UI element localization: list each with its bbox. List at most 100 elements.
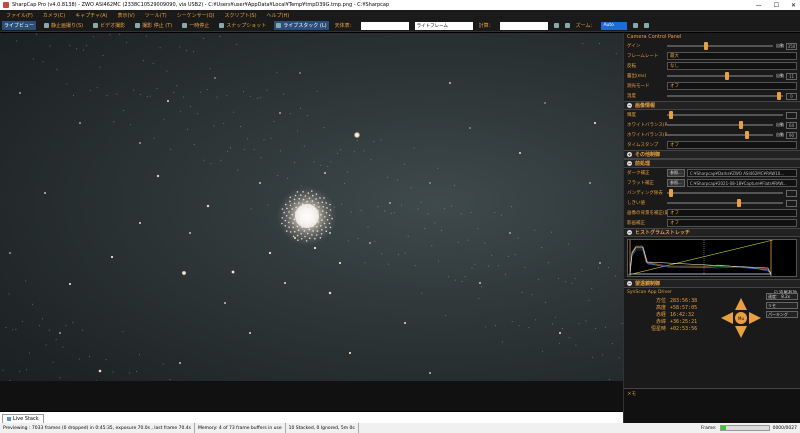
- file-path-field[interactable]: C:¥Sharpcap¥Darks¥ZWO ASI462MC¥RAW10...: [686, 169, 797, 177]
- telescope-side-controls: 速度： 8.2x リセ パーキング: [766, 293, 798, 318]
- value-field[interactable]: [786, 199, 797, 207]
- menu-capture[interactable]: キャプチャ(A): [75, 12, 107, 19]
- section-other-controls[interactable]: + その他制御: [624, 150, 800, 159]
- image_rows-row: ホワイトバランス(R) 自動 64: [624, 120, 800, 130]
- collapse-icon: −: [627, 161, 632, 166]
- live-stack-button[interactable]: ライブスタック (L): [274, 21, 329, 30]
- zoom-in-icon[interactable]: [633, 23, 639, 28]
- window-titlebar: SharpCap Pro (v4.0.8138) - ZWO ASI462MC …: [0, 0, 800, 10]
- image_rows-row: タイムスタンプ オフ: [624, 140, 800, 150]
- pause-button[interactable]: 一時停止: [180, 21, 211, 30]
- section-telescope[interactable]: − 望遠鏡制御: [624, 279, 800, 288]
- menu-help[interactable]: ヘルプ(H): [267, 12, 290, 19]
- slider-knob[interactable]: [777, 92, 782, 100]
- close-button[interactable]: ✕: [791, 2, 796, 9]
- slider-knob[interactable]: [669, 111, 674, 119]
- menu-tools[interactable]: ツール(T): [145, 12, 167, 19]
- speed-select[interactable]: 速度： 8.2x: [766, 293, 798, 300]
- stop-capture-button[interactable]: 撮影 停止 (T): [133, 21, 174, 30]
- camera_rows-dropdown[interactable]: オフ: [667, 82, 797, 90]
- menu-scripting[interactable]: スクリプト(S): [224, 12, 256, 19]
- live-view-button[interactable]: ライブビュー: [2, 21, 37, 30]
- move-south-button[interactable]: [735, 326, 747, 338]
- search-icon[interactable]: [644, 23, 650, 28]
- section-preprocessing[interactable]: − 前処理: [624, 159, 800, 168]
- menu-camera[interactable]: カメラ(C): [43, 12, 65, 19]
- camera_rows-slider[interactable]: [667, 72, 773, 80]
- browse-button[interactable]: 参照...: [667, 169, 685, 177]
- image-controls-section: 輝度 ホワイトバランス(R) 自動 64 ホワイトバランス(B) 自動 90 タイムスタンプ オ…: [624, 110, 800, 150]
- maximize-button[interactable]: ☐: [774, 2, 779, 9]
- tool-icon-b[interactable]: [564, 23, 570, 28]
- image_rows-slider[interactable]: [667, 131, 773, 139]
- value-field[interactable]: 350: [786, 42, 797, 50]
- snapshot-icon: [219, 23, 225, 28]
- image-bottom-area: [0, 381, 623, 411]
- camera_rows-slider[interactable]: [667, 42, 773, 50]
- image_rows-slider[interactable]: [667, 121, 773, 129]
- move-north-button[interactable]: [735, 298, 747, 310]
- value-field[interactable]: 64: [786, 121, 797, 129]
- snapshot2-button[interactable]: スナップショット: [217, 21, 268, 30]
- value-field[interactable]: [786, 111, 797, 119]
- camera-controls-section: ゲイン 自動 350 フレームレート 最大 反転 なし 露出(ms) 自動 11 測光モード オフ 温度…: [624, 41, 800, 101]
- preprocess_rows-label: ダーク補正: [627, 171, 650, 176]
- slider-knob[interactable]: [739, 121, 744, 129]
- slider-knob[interactable]: [745, 131, 750, 139]
- preprocessing-section: ダーク補正 参照... C:¥Sharpcap¥Darks¥ZWO ASI462MC…: [624, 168, 800, 228]
- zoom-select[interactable]: Auto: [601, 21, 628, 30]
- tool-icon-a[interactable]: [553, 23, 559, 28]
- camera-control-panel: Camera Control Panel ゲイン 自動 350 フレームレート 最大 反転…: [623, 33, 800, 423]
- camera_rows-dropdown[interactable]: 最大: [667, 52, 797, 60]
- video-icon: [93, 23, 99, 28]
- value-field[interactable]: 11: [786, 72, 797, 80]
- auto-checkbox[interactable]: 自動: [776, 132, 784, 138]
- slider-knob[interactable]: [669, 189, 674, 197]
- live-image-view[interactable]: [0, 33, 623, 411]
- park-button[interactable]: パーキング: [766, 311, 798, 318]
- camera_rows-dropdown[interactable]: なし: [667, 62, 797, 70]
- object-select[interactable]: [360, 21, 409, 30]
- image_rows-label: ホワイトバランス(R): [627, 123, 667, 128]
- reticle-label: 計算：: [478, 23, 494, 29]
- slider-knob[interactable]: [736, 199, 741, 207]
- section-image-controls[interactable]: − 画像情報: [624, 101, 800, 110]
- camera_rows-slider[interactable]: [667, 92, 783, 100]
- section-histogram[interactable]: − ヒストグラムストレッチ: [624, 228, 800, 237]
- menu-sequencer[interactable]: シーケンサー(Q): [177, 12, 215, 19]
- browse-button[interactable]: 参照...: [667, 179, 685, 187]
- reset-button[interactable]: リセ: [766, 302, 798, 309]
- preprocess_rows-slider[interactable]: [667, 199, 783, 207]
- minimize-button[interactable]: —: [756, 2, 762, 9]
- menu-file[interactable]: ファイル(F): [6, 12, 33, 19]
- center-button[interactable]: Mu: [735, 312, 747, 324]
- snapshot-button[interactable]: 静止画撮り(S): [42, 21, 85, 30]
- preprocess_rows-dropdown[interactable]: オフ: [667, 219, 797, 227]
- preprocess_rows-slider[interactable]: [667, 189, 783, 197]
- value-field[interactable]: 0: [786, 92, 797, 100]
- value-field[interactable]: 90: [786, 131, 797, 139]
- reticle-select[interactable]: [499, 21, 548, 30]
- image_rows-slider[interactable]: [667, 111, 783, 119]
- preprocess_rows-dropdown[interactable]: オフ: [667, 209, 797, 217]
- notes-area[interactable]: メモ: [624, 388, 800, 423]
- slider-knob[interactable]: [704, 42, 709, 50]
- auto-checkbox[interactable]: 自動: [776, 43, 784, 49]
- histogram-chart[interactable]: [627, 239, 797, 277]
- value-field[interactable]: [786, 189, 797, 197]
- move-west-button[interactable]: [721, 312, 733, 324]
- image_rows-dropdown[interactable]: オフ: [667, 141, 797, 149]
- start-capture-button[interactable]: ビデオ撮影: [91, 21, 127, 30]
- tab-live-stack[interactable]: Live Stack: [2, 414, 44, 423]
- preprocess_rows-row: 画像の背景を補正(最適化)オフ: [624, 208, 800, 218]
- slider-knob[interactable]: [725, 72, 730, 80]
- menu-view[interactable]: 表示(V): [117, 12, 134, 19]
- file-path-field[interactable]: C:¥Sharpcap¥2021-08-18¥Capture¥Flats¥RAW…: [686, 179, 797, 187]
- expand-icon: +: [627, 152, 632, 157]
- starfield-image: [0, 33, 623, 381]
- move-east-button[interactable]: [749, 312, 761, 324]
- auto-checkbox[interactable]: 自動: [776, 73, 784, 79]
- histogram-plot: [627, 239, 774, 276]
- auto-checkbox[interactable]: 自動: [776, 122, 784, 128]
- frame-type-select[interactable]: ライトフレーム: [414, 21, 473, 30]
